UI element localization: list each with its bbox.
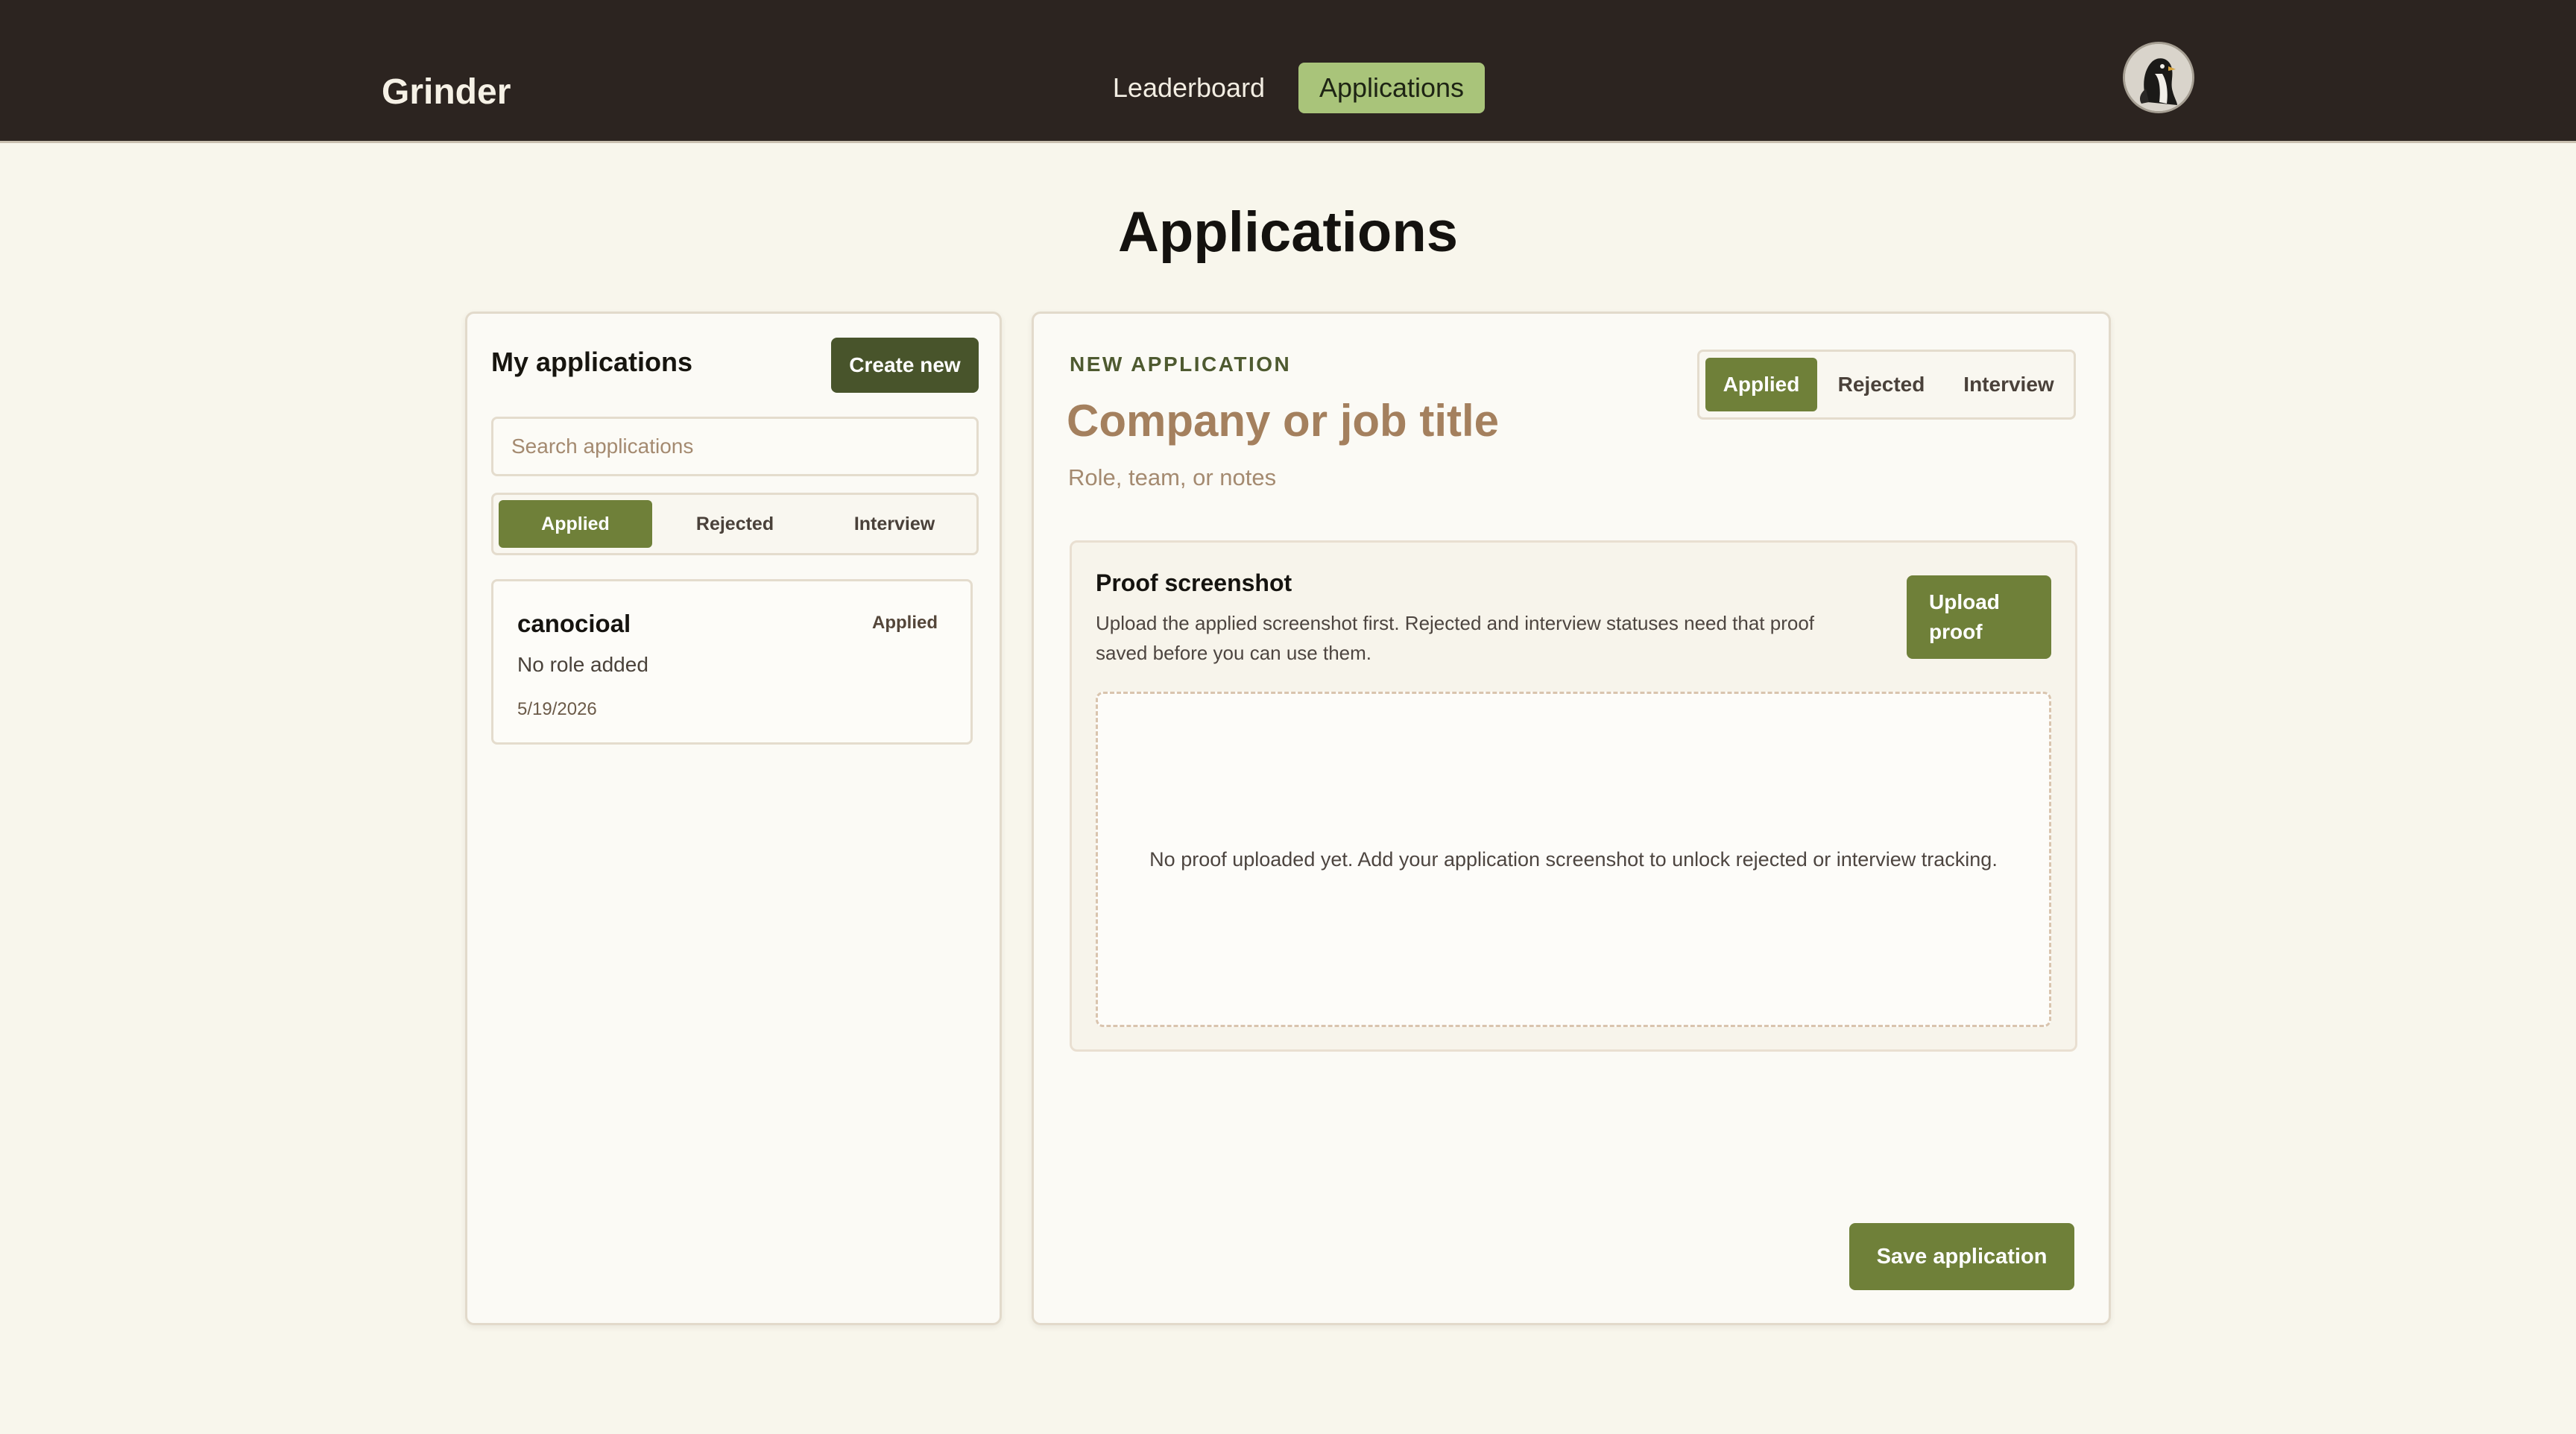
- application-title: canocioal: [517, 610, 631, 637]
- user-avatar[interactable]: [2123, 42, 2194, 113]
- brand-logo[interactable]: Grinder: [382, 72, 511, 113]
- status-selector: Applied Rejected Interview: [1697, 350, 2076, 420]
- new-application-panel: NEW APPLICATION Applied Rejected Intervi…: [1032, 312, 2111, 1325]
- penguin-avatar-icon: [2125, 44, 2192, 111]
- status-interview[interactable]: Interview: [1945, 358, 2072, 411]
- role-notes-input[interactable]: [1068, 455, 1664, 500]
- proof-title: Proof screenshot: [1096, 569, 1292, 596]
- upload-proof-button[interactable]: Upload proof: [1907, 575, 2051, 659]
- create-new-button[interactable]: Create new: [831, 338, 979, 393]
- status-rejected[interactable]: Rejected: [1822, 358, 1941, 411]
- application-date: 5/19/2026: [517, 699, 597, 719]
- application-role: No role added: [517, 653, 648, 676]
- search-input[interactable]: [491, 417, 979, 476]
- nav-leaderboard[interactable]: Leaderboard: [1103, 63, 1275, 113]
- proof-screenshot-section: Proof screenshot Upload the applied scre…: [1070, 540, 2077, 1052]
- my-applications-panel: My applications Create new Applied Rejec…: [465, 312, 1002, 1325]
- status-applied[interactable]: Applied: [1705, 358, 1817, 411]
- my-applications-heading: My applications: [491, 347, 693, 377]
- page-title: Applications: [1117, 200, 1459, 264]
- proof-empty-message: No proof uploaded yet. Add your applicat…: [1149, 847, 1998, 871]
- filter-applied[interactable]: Applied: [499, 500, 652, 548]
- application-card[interactable]: canocioal Applied No role added 5/19/202…: [491, 579, 973, 745]
- status-badge: Applied: [872, 613, 938, 633]
- save-application-button[interactable]: Save application: [1849, 1223, 2074, 1290]
- filter-rejected[interactable]: Rejected: [658, 500, 812, 548]
- new-application-label: NEW APPLICATION: [1070, 353, 1292, 376]
- proof-dropzone[interactable]: No proof uploaded yet. Add your applicat…: [1096, 692, 2051, 1027]
- proof-description: Upload the applied screenshot first. Rej…: [1096, 612, 1815, 664]
- company-title-input[interactable]: [1067, 387, 1663, 454]
- nav-applications[interactable]: Applications: [1298, 63, 1485, 113]
- status-filter-tabs: Applied Rejected Interview: [491, 493, 979, 555]
- filter-interview[interactable]: Interview: [818, 500, 971, 548]
- top-navbar: Grinder Leaderboard Applications: [0, 0, 2576, 143]
